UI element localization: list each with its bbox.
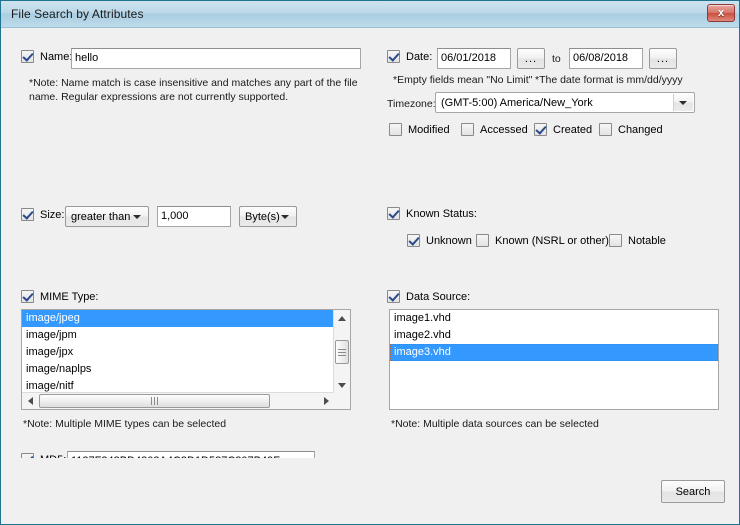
date-changed-label: Changed bbox=[618, 124, 663, 136]
left-column: Name: hello *Note: Name match is case in… bbox=[1, 28, 379, 458]
date-from-browse-button[interactable]: ... bbox=[517, 48, 545, 69]
vertical-scroll-thumb[interactable] bbox=[335, 340, 349, 364]
known-status-row: Known Status: bbox=[387, 207, 477, 220]
list-item[interactable]: image/naplps bbox=[22, 361, 333, 378]
date-accessed-row[interactable]: Accessed bbox=[461, 123, 528, 136]
date-label: Date: bbox=[406, 51, 432, 63]
scroll-up-icon[interactable] bbox=[334, 310, 350, 326]
list-item[interactable]: image2.vhd bbox=[390, 327, 718, 344]
known-unknown-checkbox[interactable] bbox=[407, 234, 420, 247]
horizontal-scroll-thumb[interactable] bbox=[39, 394, 270, 408]
list-item[interactable]: image3.vhd bbox=[390, 344, 718, 361]
window-title: File Search by Attributes bbox=[11, 7, 144, 21]
date-changed-row[interactable]: Changed bbox=[599, 123, 663, 136]
chevron-down-icon bbox=[679, 101, 687, 105]
data-source-note: *Note: Multiple data sources can be sele… bbox=[391, 418, 599, 430]
file-search-dialog: File Search by Attributes x Name: hello … bbox=[0, 0, 740, 525]
timezone-value: (GMT-5:00) America/New_York bbox=[441, 97, 593, 109]
known-status-checkbox[interactable] bbox=[387, 207, 400, 220]
known-notable-row[interactable]: Notable bbox=[609, 234, 666, 247]
chevron-down-icon bbox=[281, 215, 289, 219]
name-row: Name: bbox=[21, 50, 72, 63]
size-comparator-value: greater than bbox=[71, 211, 130, 223]
size-row: Size: bbox=[21, 208, 64, 221]
mime-note: *Note: Multiple MIME types can be select… bbox=[23, 418, 226, 430]
close-icon[interactable]: x bbox=[707, 4, 735, 22]
mime-type-listbox[interactable]: image/jpeg image/jpm image/jpx image/nap… bbox=[21, 309, 351, 410]
date-modified-label: Modified bbox=[408, 124, 450, 136]
date-to-browse-button[interactable]: ... bbox=[649, 48, 677, 69]
known-nsrl-label: Known (NSRL or other) bbox=[495, 235, 609, 247]
name-input[interactable]: hello bbox=[71, 48, 361, 69]
date-modified-row[interactable]: Modified bbox=[389, 123, 450, 136]
scrollbar-corner bbox=[334, 393, 350, 409]
title-bar[interactable]: File Search by Attributes x bbox=[1, 1, 739, 28]
mime-row: MIME Type: bbox=[21, 290, 98, 303]
date-note-format: *The date format is mm/dd/yyyy bbox=[535, 74, 683, 86]
name-label: Name: bbox=[40, 51, 72, 63]
size-checkbox[interactable] bbox=[21, 208, 34, 221]
scroll-down-icon[interactable] bbox=[334, 377, 350, 393]
date-accessed-checkbox[interactable] bbox=[461, 123, 474, 136]
size-value-input[interactable]: 1,000 bbox=[157, 206, 231, 227]
mime-checkbox[interactable] bbox=[21, 290, 34, 303]
known-nsrl-checkbox[interactable] bbox=[476, 234, 489, 247]
date-checkbox[interactable] bbox=[387, 50, 400, 63]
date-row: Date: bbox=[387, 50, 432, 63]
mime-label: MIME Type: bbox=[40, 291, 98, 303]
size-comparator-select[interactable]: greater than bbox=[65, 206, 149, 227]
date-accessed-label: Accessed bbox=[480, 124, 528, 136]
mime-horizontal-scrollbar[interactable] bbox=[22, 392, 334, 409]
size-label: Size: bbox=[40, 209, 64, 221]
date-created-label: Created bbox=[553, 124, 592, 136]
known-nsrl-row[interactable]: Known (NSRL or other) bbox=[476, 234, 609, 247]
data-source-label: Data Source: bbox=[406, 291, 470, 303]
date-from-input[interactable]: 06/01/2018 bbox=[437, 48, 511, 69]
known-unknown-label: Unknown bbox=[426, 235, 472, 247]
known-notable-checkbox[interactable] bbox=[609, 234, 622, 247]
list-item[interactable]: image/jpm bbox=[22, 327, 333, 344]
list-item[interactable]: image1.vhd bbox=[390, 310, 718, 327]
list-item[interactable]: image/jpeg bbox=[22, 310, 333, 327]
timezone-select[interactable]: (GMT-5:00) America/New_York bbox=[435, 92, 695, 113]
grip-icon bbox=[338, 347, 346, 358]
right-column: Date: 06/01/2018 ... to 06/08/2018 ... *… bbox=[379, 28, 739, 458]
date-to-label: to bbox=[552, 53, 561, 65]
close-glyph: x bbox=[718, 8, 724, 19]
name-note: *Note: Name match is case insensitive an… bbox=[29, 76, 369, 104]
size-unit-value: Byte(s) bbox=[245, 211, 280, 223]
dialog-footer: Search bbox=[1, 458, 739, 524]
date-note-empty: *Empty fields mean "No Limit" bbox=[393, 74, 532, 86]
date-changed-checkbox[interactable] bbox=[599, 123, 612, 136]
data-source-listbox[interactable]: image1.vhd image2.vhd image3.vhd bbox=[389, 309, 719, 410]
known-status-label: Known Status: bbox=[406, 208, 477, 220]
date-to-input[interactable]: 06/08/2018 bbox=[569, 48, 643, 69]
timezone-label: Timezone: bbox=[387, 98, 436, 110]
search-button[interactable]: Search bbox=[661, 480, 725, 503]
known-notable-label: Notable bbox=[628, 235, 666, 247]
data-source-row: Data Source: bbox=[387, 290, 470, 303]
dialog-body: Name: hello *Note: Name match is case in… bbox=[1, 28, 739, 458]
scroll-left-icon[interactable] bbox=[22, 393, 38, 409]
mime-type-list: image/jpeg image/jpm image/jpx image/nap… bbox=[22, 310, 333, 395]
scroll-right-icon[interactable] bbox=[318, 393, 334, 409]
known-unknown-row[interactable]: Unknown bbox=[407, 234, 472, 247]
chevron-down-icon bbox=[133, 215, 141, 219]
date-created-row[interactable]: Created bbox=[534, 123, 592, 136]
grip-icon bbox=[150, 397, 159, 405]
data-source-checkbox[interactable] bbox=[387, 290, 400, 303]
name-checkbox[interactable] bbox=[21, 50, 34, 63]
data-source-list: image1.vhd image2.vhd image3.vhd bbox=[390, 310, 718, 361]
list-item[interactable]: image/jpx bbox=[22, 344, 333, 361]
date-modified-checkbox[interactable] bbox=[389, 123, 402, 136]
date-created-checkbox[interactable] bbox=[534, 123, 547, 136]
mime-vertical-scrollbar[interactable] bbox=[333, 310, 350, 393]
size-unit-select[interactable]: Byte(s) bbox=[239, 206, 297, 227]
